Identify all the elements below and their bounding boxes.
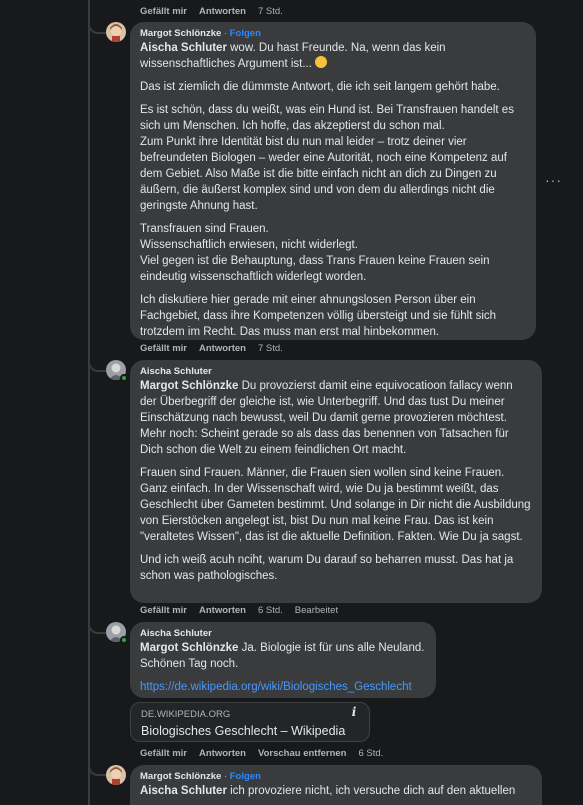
comment-text: Aischa Schluter ich provoziere nicht, ic… [140,783,532,799]
comment-text: Margot Schlönzke Du provozierst damit ei… [140,378,532,584]
comment-text: Margot Schlönzke Ja. Biologie ist für un… [140,640,426,695]
avatar[interactable] [106,765,126,785]
reply-button[interactable]: Antworten [199,748,246,759]
author-name[interactable]: Aischa Schluter [140,628,426,640]
comment-actions: Gefällt mir Antworten Vorschau entfernen… [140,748,383,759]
comment-bubble: Aischa Schluter Margot Schlönzke Ja. Bio… [130,622,436,698]
follow-button[interactable]: Folgen [230,28,261,39]
top-actions: Gefällt mir Antworten 7 Std. [140,6,283,17]
comment-actions: Gefällt mir Antworten 7 Std. [140,343,283,354]
follow-button[interactable]: Folgen [230,771,261,782]
comment-bubble: Margot Schlönzke · Folgen Aischa Schlute… [130,765,542,805]
author-line: Margot Schlönzke · Folgen [140,28,526,40]
link-preview-card[interactable]: DE.WIKIPEDIA.ORG Biologisches Geschlecht… [130,702,370,742]
separator: · [223,771,228,782]
like-button[interactable]: Gefällt mir [140,605,187,616]
preview-domain: DE.WIKIPEDIA.ORG [141,709,231,720]
comment-paragraph: Zum Punkt ihre Identität bist du nun mal… [140,136,507,212]
comment-paragraph: Frauen sind Frauen. Männer, die Frauen s… [140,467,531,543]
thread-elbow [88,762,106,776]
online-status-icon [120,374,128,382]
comment-actions: Gefällt mir Antworten 6 Std. Bearbeitet [140,605,338,616]
author-name[interactable]: Margot Schlönzke [140,28,221,39]
online-status-icon [120,636,128,644]
mention[interactable]: Margot Schlönzke [140,642,238,654]
remove-preview-button[interactable]: Vorschau entfernen [258,748,347,759]
comment-bubble: Aischa Schluter Margot Schlönzke Du prov… [130,360,542,603]
timestamp[interactable]: 7 Std. [258,6,283,17]
comment-line: ich provoziere nicht, ich versuche dich … [230,785,516,797]
comment-bubble: Margot Schlönzke · Folgen Aischa Schlute… [130,22,536,340]
like-button[interactable]: Gefällt mir [140,748,187,759]
author-name[interactable]: Margot Schlönzke [140,771,221,782]
author-name[interactable]: Aischa Schluter [140,366,532,378]
comment-text: Aischa Schluter wow. Du hast Freunde. Na… [140,40,526,340]
reply-button[interactable]: Antworten [199,343,246,354]
edited-label[interactable]: Bearbeitet [295,605,338,616]
thread-elbow [88,20,106,34]
reply-button[interactable]: Antworten [199,6,246,17]
more-options-icon[interactable]: ··· [545,172,562,188]
timestamp[interactable]: 6 Std. [358,748,383,759]
comment-paragraph: Viel gegen ist die Behauptung, dass Tran… [140,255,490,283]
rolling-eyes-emoji-icon [315,56,328,68]
comment-paragraph: Transfrauen sind Frauen. [140,223,269,235]
avatar-margot-icon [106,22,126,42]
thread-elbow [88,620,106,634]
thread-line [88,0,90,805]
separator: · [223,28,228,39]
wikipedia-link[interactable]: https://de.wikipedia.org/wiki/Biologisch… [140,681,412,693]
mention[interactable]: Aischa Schluter [140,42,227,54]
info-icon[interactable]: i [347,705,361,719]
like-button[interactable]: Gefällt mir [140,6,187,17]
reply-button[interactable]: Antworten [199,605,246,616]
comment-paragraph: Und ich weiß acuh nciht, warum Du darauf… [140,554,514,582]
preview-title: Biologisches Geschlecht – Wikipedia [141,724,346,738]
timestamp[interactable]: 6 Std. [258,605,283,616]
timestamp[interactable]: 7 Std. [258,343,283,354]
thread-elbow [88,358,106,372]
avatar[interactable] [106,22,126,42]
avatar-margot-icon [106,765,126,785]
comment-paragraph: Das ist ziemlich die dümmste Antwort, di… [140,81,500,93]
mention[interactable]: Margot Schlönzke [140,380,238,392]
author-line: Margot Schlönzke · Folgen [140,771,532,783]
comment-paragraph: Wissenschaftlich erwiesen, nicht widerle… [140,239,358,251]
comment-paragraph: Ich diskutiere hier gerade mit einer ahn… [140,294,497,338]
mention[interactable]: Aischa Schluter [140,785,227,797]
comment-paragraph: Es ist schön, dass du weißt, was ein Hun… [140,104,514,132]
like-button[interactable]: Gefällt mir [140,343,187,354]
